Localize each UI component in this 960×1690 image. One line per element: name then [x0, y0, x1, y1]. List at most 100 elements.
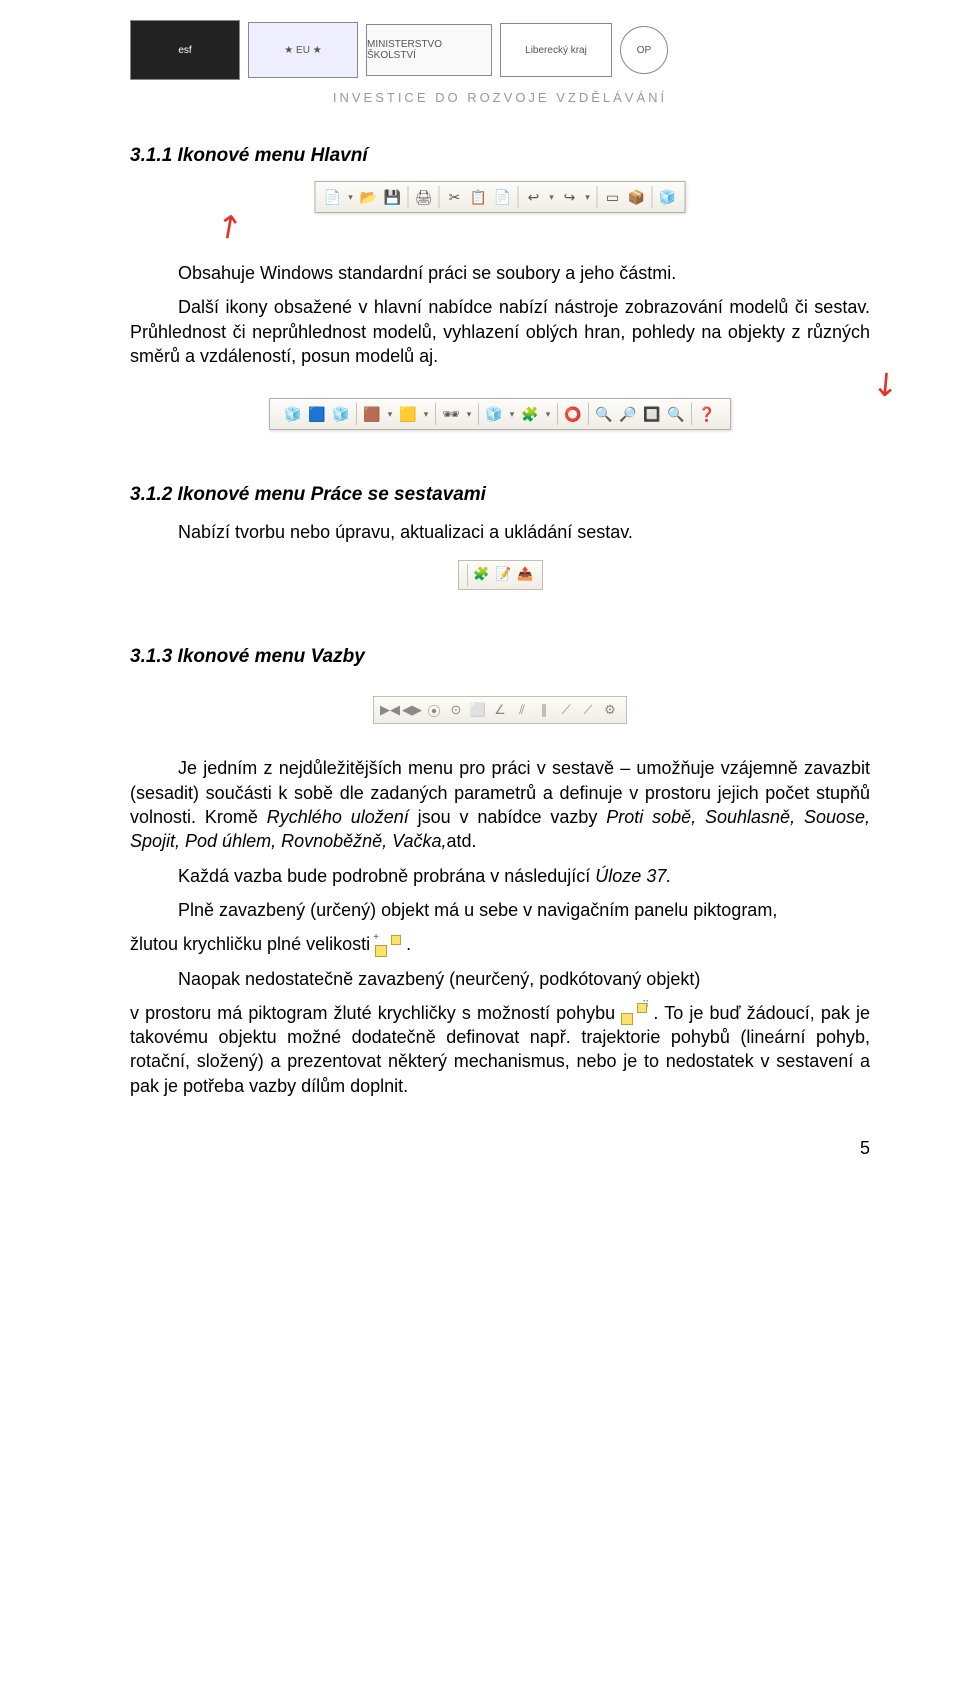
logo-eu: ★ EU ★ [248, 22, 358, 78]
zoom-in-icon[interactable]: 🔍 [593, 403, 615, 425]
undo-icon[interactable]: ↩ [523, 186, 545, 208]
create-assembly-icon[interactable]: 🧩 [472, 564, 492, 584]
save-assembly-icon[interactable]: 📤 [516, 564, 536, 584]
section-3-1-3-p5: Naopak nedostatečně zavazbený (neurčený,… [130, 967, 870, 991]
camera-icon[interactable]: 🧊 [483, 403, 505, 425]
shadow-icon[interactable]: 🕶 [440, 403, 462, 425]
section-3-1-1-title: 3.1.1 Ikonové menu Hlavní [130, 145, 870, 167]
separator [435, 403, 436, 425]
edit-assembly-icon[interactable]: 📝 [494, 564, 514, 584]
section-number: 3.1.2 Ikonové menu [130, 484, 311, 505]
section-3-1-3-p3: Plně zavazbený (určený) objekt má u sebe… [130, 898, 870, 922]
cam-icon[interactable]: ⚙ [600, 700, 620, 720]
section-3-1-3-p6: v prostoru má piktogram žluté krychličky… [130, 1001, 870, 1098]
tangent-icon[interactable]: ⫽ [512, 700, 532, 720]
section-3-1-1-p2: Další ikony obsažené v hlavní nabídce na… [130, 295, 870, 368]
logo-esf: esf [130, 20, 240, 80]
dropdown-icon[interactable]: ▾ [346, 192, 356, 203]
toolbar-main: 📄 ▾ 📂 💾 🖨 ✂ 📋 📄 ↩ ▾ ↪ ▾ ▭ 📦 🧊 [315, 181, 686, 213]
cut-icon[interactable]: ✂ [444, 186, 466, 208]
coaxial-icon[interactable]: ⦿ [424, 700, 444, 720]
toolbar-assembly: 🧩 📝 📤 [458, 560, 543, 590]
separator [439, 186, 440, 208]
section-name: Práce se sestavami [311, 484, 486, 505]
scene-icon[interactable]: 🧩 [519, 403, 541, 425]
dropdown-icon[interactable]: ▾ [421, 409, 431, 420]
red-arrow-icon: ↗ [864, 362, 909, 408]
italic-text: Rychlého uložení [267, 807, 409, 827]
section-3-1-2-title: 3.1.2 Ikonové menu Práce se sestavami [130, 484, 870, 506]
coincident-icon[interactable]: ⬜ [468, 700, 488, 720]
toolbar-view-with-arrow: 🧊 🟦 🧊 🟫 ▾ 🟨 ▾ 🕶 ▾ 🧊 ▾ 🧩 ▾ ⭕ 🔍 🔎 🔲 🔍 ❓ [130, 384, 870, 454]
section-name: Vazby [311, 646, 365, 667]
header-logos: esf ★ EU ★ MINISTERSTVO ŠKOLSTVÍ Liberec… [130, 20, 870, 80]
toolbar-constraints: ▶◀ ◀▶ ⦿ ⊙ ⬜ ∠ ⫽ ∥ ⟋ ⟋ ⚙ [373, 696, 627, 724]
sketch-icon[interactable]: ▭ [602, 186, 624, 208]
dropdown-icon[interactable]: ▾ [583, 192, 593, 203]
save-icon[interactable]: 💾 [382, 186, 404, 208]
section-3-1-3-p4: žlutou krychličku plné velikosti + . [130, 932, 870, 956]
slash2-icon[interactable]: ⟋ [578, 700, 598, 720]
logo-liberecky-kraj: Liberecký kraj [500, 23, 612, 77]
red-arrow-icon: ↗ [207, 203, 251, 250]
solid-view-icon[interactable]: 🧊 [282, 403, 304, 425]
text: jsou v nabídce vazby [409, 807, 606, 827]
separator [518, 186, 519, 208]
separator [356, 403, 357, 425]
separator [478, 403, 479, 425]
section-3-1-3-title: 3.1.3 Ikonové menu Vazby [130, 646, 870, 668]
paste-icon[interactable]: 📄 [492, 186, 514, 208]
help-icon[interactable]: ❓ [696, 403, 718, 425]
print-icon[interactable]: 🖨 [413, 186, 435, 208]
toolbar-main-with-arrow: 📄 ▾ 📂 💾 🖨 ✂ 📋 📄 ↩ ▾ ↪ ▾ ▭ 📦 🧊 ↗ [130, 181, 870, 251]
dropdown-icon[interactable]: ▾ [543, 409, 553, 420]
section-name: Hlavní [311, 145, 368, 166]
separator [597, 186, 598, 208]
section-3-1-3-p1: Je jedním z nejdůležitějších menu pro pr… [130, 756, 870, 853]
fit-icon[interactable]: 🔲 [641, 403, 663, 425]
text: v prostoru má piktogram žluté krychličky… [130, 1003, 621, 1023]
page-number: 5 [130, 1138, 870, 1159]
toolbar-view: 🧊 🟦 🧊 🟫 ▾ 🟨 ▾ 🕶 ▾ 🧊 ▾ 🧩 ▾ ⭕ 🔍 🔎 🔲 🔍 ❓ [269, 398, 731, 430]
wire-view-icon[interactable]: 🧊 [330, 403, 352, 425]
color2-icon[interactable]: 🟨 [397, 403, 419, 425]
dropdown-icon[interactable]: ▾ [385, 409, 395, 420]
mate-align-icon[interactable]: ◀▶ [402, 700, 422, 720]
parallel-icon[interactable]: ∥ [534, 700, 554, 720]
zoom-icon[interactable]: 🔍 [665, 403, 687, 425]
text: Každá vazba bude podrobně probrána v nás… [178, 866, 595, 886]
separator [691, 403, 692, 425]
dropdown-icon[interactable]: ▾ [464, 409, 474, 420]
dropdown-icon[interactable]: ▾ [507, 409, 517, 420]
text: atd. [447, 831, 477, 851]
separator [408, 186, 409, 208]
section-3-1-3-p2: Každá vazba bude podrobně probrána v nás… [130, 864, 870, 888]
hidden-view-icon[interactable]: 🟦 [306, 403, 328, 425]
concentric-icon[interactable]: ⊙ [446, 700, 466, 720]
slash1-icon[interactable]: ⟋ [556, 700, 576, 720]
orbit-icon[interactable]: ⭕ [562, 403, 584, 425]
new-file-icon[interactable]: 📄 [322, 186, 344, 208]
dropdown-icon[interactable]: ▾ [547, 192, 557, 203]
text: žlutou krychličku plné velikosti [130, 934, 375, 954]
movable-cube-icon: ⠿ [621, 1003, 647, 1025]
zoom-area-icon[interactable]: 🔎 [617, 403, 639, 425]
separator [557, 403, 558, 425]
section-3-1-1-p1: Obsahuje Windows standardní práci se sou… [130, 261, 870, 285]
section-number: 3.1.1 Ikonové menu [130, 145, 311, 166]
logo-op-vk: OP [620, 26, 668, 74]
cube-icon[interactable]: 🧊 [657, 186, 679, 208]
box-icon[interactable]: 📦 [626, 186, 648, 208]
open-icon[interactable]: 📂 [358, 186, 380, 208]
text: . [406, 934, 411, 954]
separator [588, 403, 589, 425]
section-number: 3.1.3 Ikonové menu [130, 646, 311, 667]
full-cube-icon: + [375, 935, 401, 957]
copy-icon[interactable]: 📋 [468, 186, 490, 208]
mate-against-icon[interactable]: ▶◀ [380, 700, 400, 720]
color-icon[interactable]: 🟫 [361, 403, 383, 425]
page: esf ★ EU ★ MINISTERSTVO ŠKOLSTVÍ Liberec… [0, 0, 960, 1199]
redo-icon[interactable]: ↪ [559, 186, 581, 208]
angle-icon[interactable]: ∠ [490, 700, 510, 720]
logo-ministerstvo: MINISTERSTVO ŠKOLSTVÍ [366, 24, 492, 76]
